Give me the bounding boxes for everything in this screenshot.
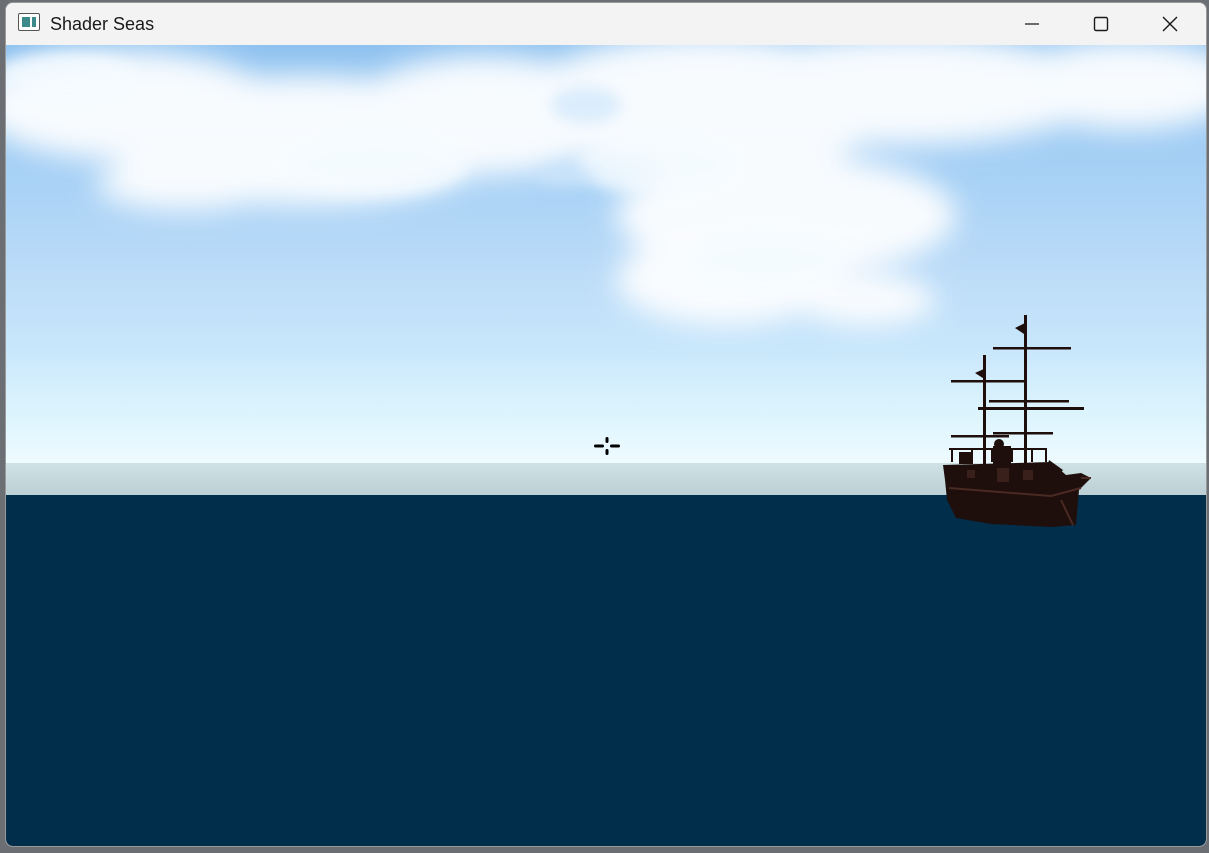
app-window: Shader Seas xyxy=(5,2,1207,847)
crosshair-icon xyxy=(594,437,620,455)
game-viewport[interactable] xyxy=(6,45,1206,846)
minimize-icon xyxy=(1025,23,1039,25)
window-title: Shader Seas xyxy=(50,14,155,34)
close-button[interactable] xyxy=(1136,3,1204,45)
app-window-icon xyxy=(18,13,40,31)
minimize-button[interactable] xyxy=(998,3,1066,45)
sea xyxy=(6,495,1206,846)
title-bar[interactable]: Shader Seas xyxy=(6,3,1206,45)
pirate-ship xyxy=(943,315,1091,527)
close-icon xyxy=(1162,16,1178,32)
maximize-button[interactable] xyxy=(1067,3,1135,45)
maximize-icon xyxy=(1093,16,1109,32)
